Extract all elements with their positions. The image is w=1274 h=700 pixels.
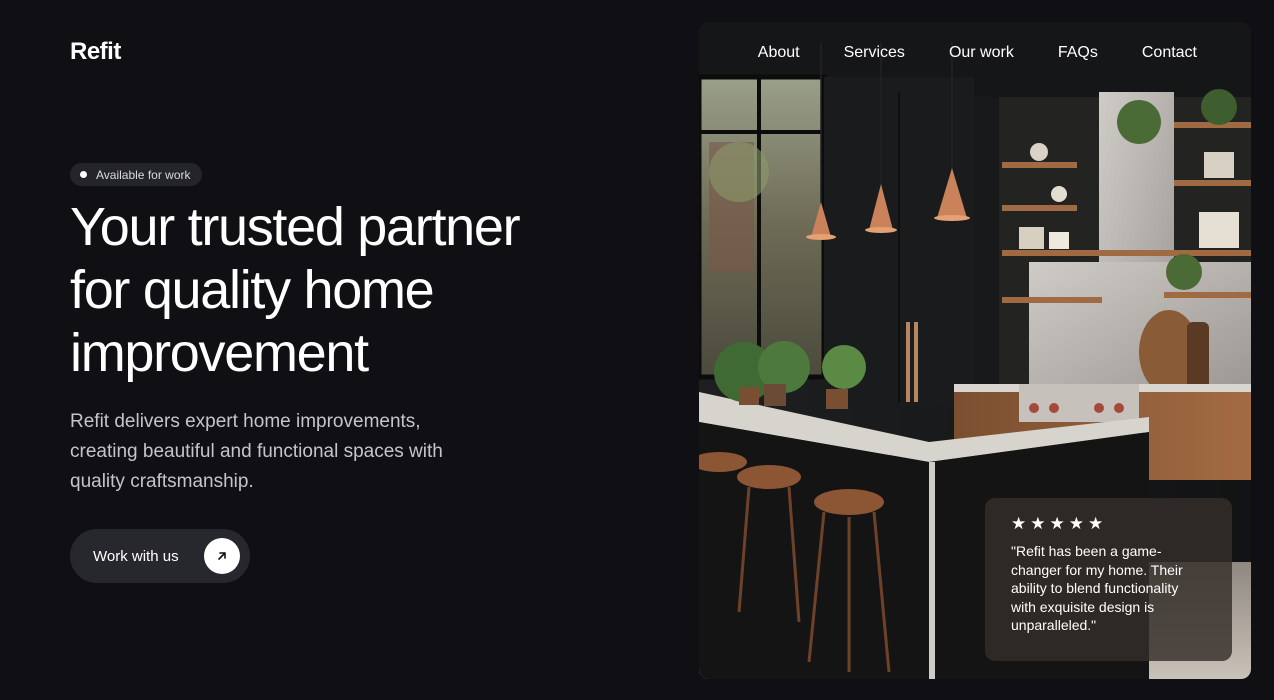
nav-item-our-work[interactable]: Our work xyxy=(949,44,1014,62)
nav-item-about[interactable]: About xyxy=(758,44,800,62)
hero-title-line: Your trusted partner xyxy=(70,197,521,257)
top-navigation: About Services Our work FAQs Contact xyxy=(699,22,1251,84)
availability-label: Available for work xyxy=(96,167,191,182)
work-with-us-button[interactable]: Work with us xyxy=(70,529,250,583)
testimonial-text: "Refit has been a game-changer for my ho… xyxy=(1011,543,1183,633)
star-rating-icon: ★★★★★ xyxy=(1011,514,1108,533)
hero-title: Your trusted partner for quality home im… xyxy=(70,196,630,385)
nav-item-faqs[interactable]: FAQs xyxy=(1058,44,1098,62)
status-dot-icon xyxy=(80,171,87,178)
arrow-up-right-icon xyxy=(204,538,240,574)
cta-label: Work with us xyxy=(93,547,179,565)
hero-description: Refit delivers expert home improvements,… xyxy=(70,411,443,492)
availability-badge: Available for work xyxy=(70,163,202,186)
logo[interactable]: Refit xyxy=(70,38,121,66)
nav-item-services[interactable]: Services xyxy=(844,44,905,62)
nav-item-contact[interactable]: Contact xyxy=(1142,44,1197,62)
hero-title-line: improvement xyxy=(70,323,369,383)
kitchen-photo: About Services Our work FAQs Contact ★★★… xyxy=(699,22,1251,679)
hero-title-line: for quality home xyxy=(70,260,435,320)
testimonial-card: ★★★★★ "Refit has been a game-changer for… xyxy=(985,498,1232,661)
